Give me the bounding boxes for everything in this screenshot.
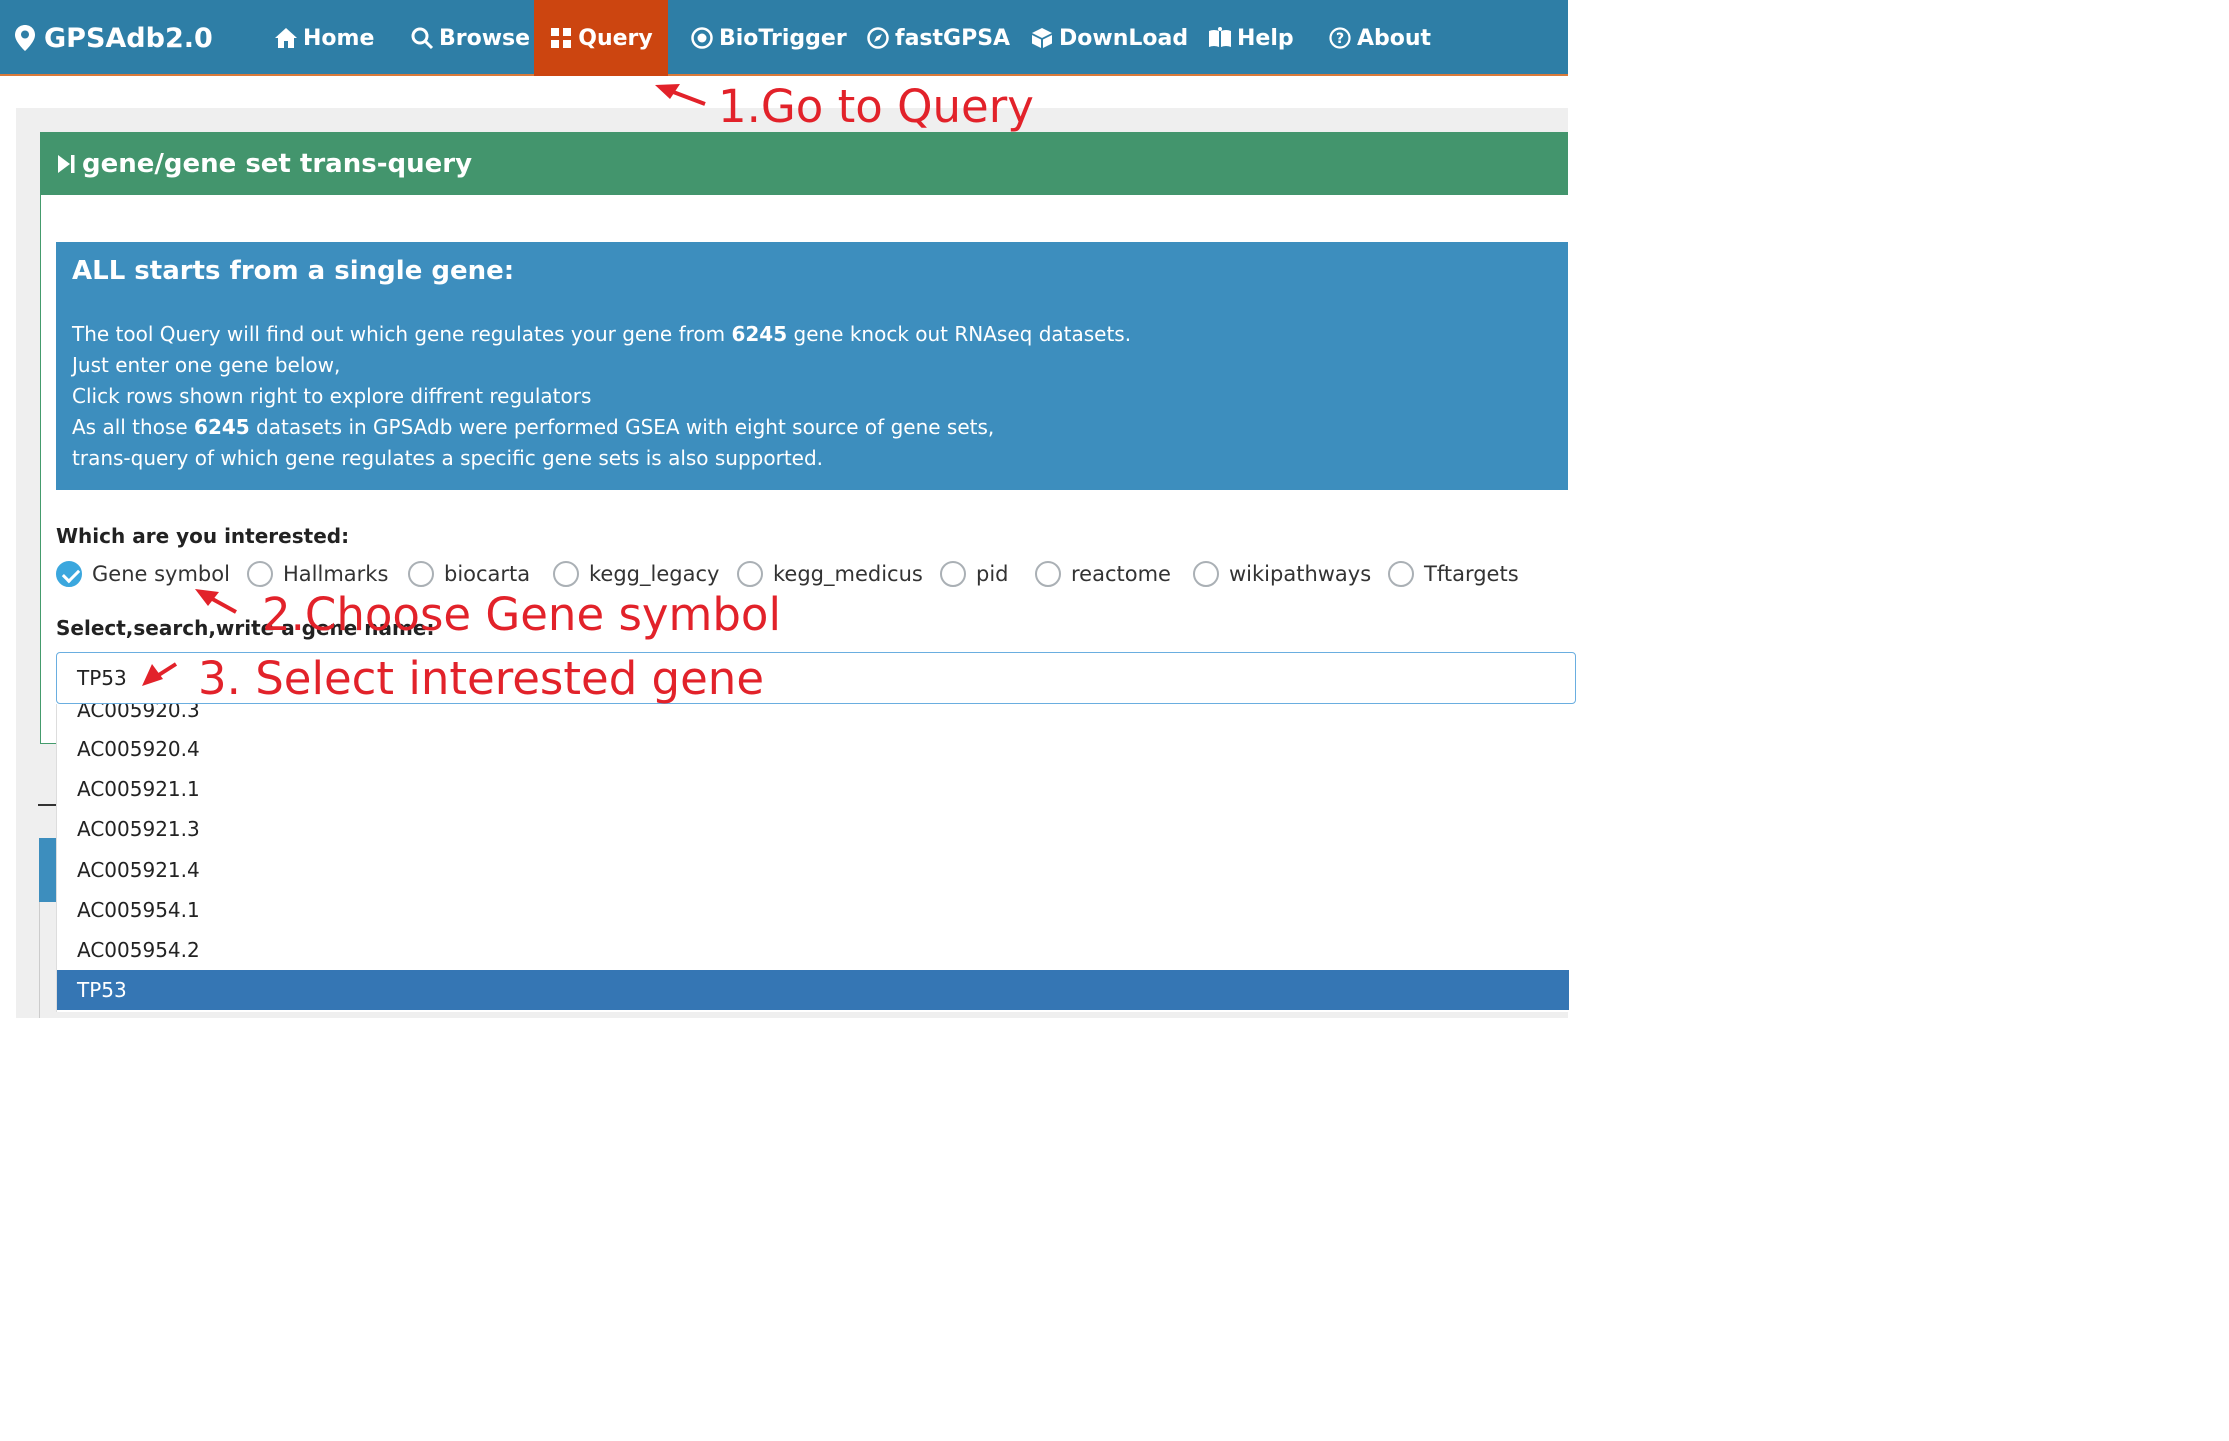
card-title: gene/gene set trans-query xyxy=(82,148,473,179)
radio-unchecked-icon xyxy=(408,561,434,587)
dropdown-option[interactable]: AC005920.3 xyxy=(77,704,200,722)
question-circle-icon: ? xyxy=(1329,27,1351,49)
dropdown-option[interactable]: AC005954.2 xyxy=(77,938,200,962)
panel-border xyxy=(39,902,40,1018)
map-pin-icon xyxy=(15,25,35,51)
nav-browse[interactable]: Browse xyxy=(410,0,530,76)
radio-unchecked-icon xyxy=(737,561,763,587)
radio-kegg-legacy[interactable]: kegg_legacy xyxy=(553,558,719,590)
svg-text:?: ? xyxy=(1336,31,1344,47)
package-icon xyxy=(1032,28,1052,48)
brand[interactable]: GPSAdb2.0 xyxy=(14,0,213,76)
radio-biocarta[interactable]: biocarta xyxy=(408,558,530,590)
info-line-2: Just enter one gene below, xyxy=(72,353,341,377)
info-line-3: Click rows shown right to explore diffre… xyxy=(72,384,592,408)
book-icon xyxy=(1209,27,1231,47)
brand-name: GPSAdb2.0 xyxy=(44,22,213,54)
nav-download[interactable]: DownLoad xyxy=(1030,0,1188,76)
info-box: ALL starts from a single gene: The tool … xyxy=(56,242,1568,490)
info-line-4: As all those 6245 datasets in GPSAdb wer… xyxy=(72,415,995,439)
annotation-step2: 2.Choose Gene symbol xyxy=(262,588,781,641)
query-icon xyxy=(551,28,572,48)
radio-unchecked-icon xyxy=(247,561,273,587)
arrow-icon xyxy=(655,84,706,106)
radio-unchecked-icon xyxy=(940,561,966,587)
dropdown-option-selected[interactable]: TP53 xyxy=(57,970,1569,1010)
interest-label: Which are you interested: xyxy=(56,524,350,548)
nav-help-label: Help xyxy=(1237,25,1294,51)
card-header: gene/gene set trans-query xyxy=(40,132,1568,195)
compass-icon xyxy=(867,27,889,49)
nav-home-label: Home xyxy=(303,25,375,51)
nav-query-label: Query xyxy=(578,25,653,51)
gene-input-value: TP53 xyxy=(77,666,127,690)
radio-gene-symbol[interactable]: Gene symbol xyxy=(56,558,230,590)
step-forward-icon xyxy=(58,154,75,173)
nav-query[interactable]: Query xyxy=(534,0,668,76)
nav-biotrigger-label: BioTrigger xyxy=(719,25,847,51)
nav-about[interactable]: ? About xyxy=(1328,0,1431,76)
dropdown-option[interactable]: AC005921.4 xyxy=(77,858,200,882)
radio-wikipathways[interactable]: wikipathways xyxy=(1193,558,1371,590)
search-icon xyxy=(411,27,434,50)
dropdown-option[interactable]: AC005921.1 xyxy=(77,777,200,801)
radio-unchecked-icon xyxy=(1193,561,1219,587)
dropdown-option[interactable]: AC005954.1 xyxy=(77,898,200,922)
nav-download-label: DownLoad xyxy=(1059,25,1189,51)
info-line-1: The tool Query will find out which gene … xyxy=(72,322,1132,346)
nav-help[interactable]: Help xyxy=(1208,0,1294,76)
radio-unchecked-icon xyxy=(1035,561,1061,587)
nav-browse-label: Browse xyxy=(439,25,531,51)
home-icon xyxy=(275,28,297,48)
top-navbar: GPSAdb2.0 Home Browse Query BioTrigger f… xyxy=(0,0,1568,76)
nav-about-label: About xyxy=(1357,25,1432,51)
info-line-5: trans-query of which gene regulates a sp… xyxy=(72,446,824,470)
radio-hallmarks[interactable]: Hallmarks xyxy=(247,558,388,590)
annotation-step3: 3. Select interested gene xyxy=(198,652,765,705)
target-icon xyxy=(691,27,713,49)
radio-reactome[interactable]: reactome xyxy=(1035,558,1171,590)
annotation-step1: 1.Go to Query xyxy=(718,80,1034,133)
radio-unchecked-icon xyxy=(1388,561,1414,587)
dropdown-option[interactable]: AC005921.3 xyxy=(77,817,200,841)
info-title: ALL starts from a single gene: xyxy=(72,256,515,286)
radio-tftargets[interactable]: Tftargets xyxy=(1388,558,1519,590)
radio-checked-icon xyxy=(56,561,82,587)
dropdown-option[interactable]: AC005920.4 xyxy=(77,737,200,761)
nav-home[interactable]: Home xyxy=(274,0,374,76)
collapsed-panel-edge xyxy=(39,838,56,902)
radio-kegg-medicus[interactable]: kegg_medicus xyxy=(737,558,923,590)
nav-fastgpsa-label: fastGPSA xyxy=(895,25,1011,51)
gene-dropdown-list[interactable]: AC005920.3 AC005920.4 AC005921.1 AC00592… xyxy=(56,704,1569,1012)
nav-fastgpsa[interactable]: fastGPSA xyxy=(866,0,1010,76)
nav-biotrigger[interactable]: BioTrigger xyxy=(690,0,847,76)
divider xyxy=(38,804,56,806)
radio-unchecked-icon xyxy=(553,561,579,587)
radio-pid[interactable]: pid xyxy=(940,558,1009,590)
